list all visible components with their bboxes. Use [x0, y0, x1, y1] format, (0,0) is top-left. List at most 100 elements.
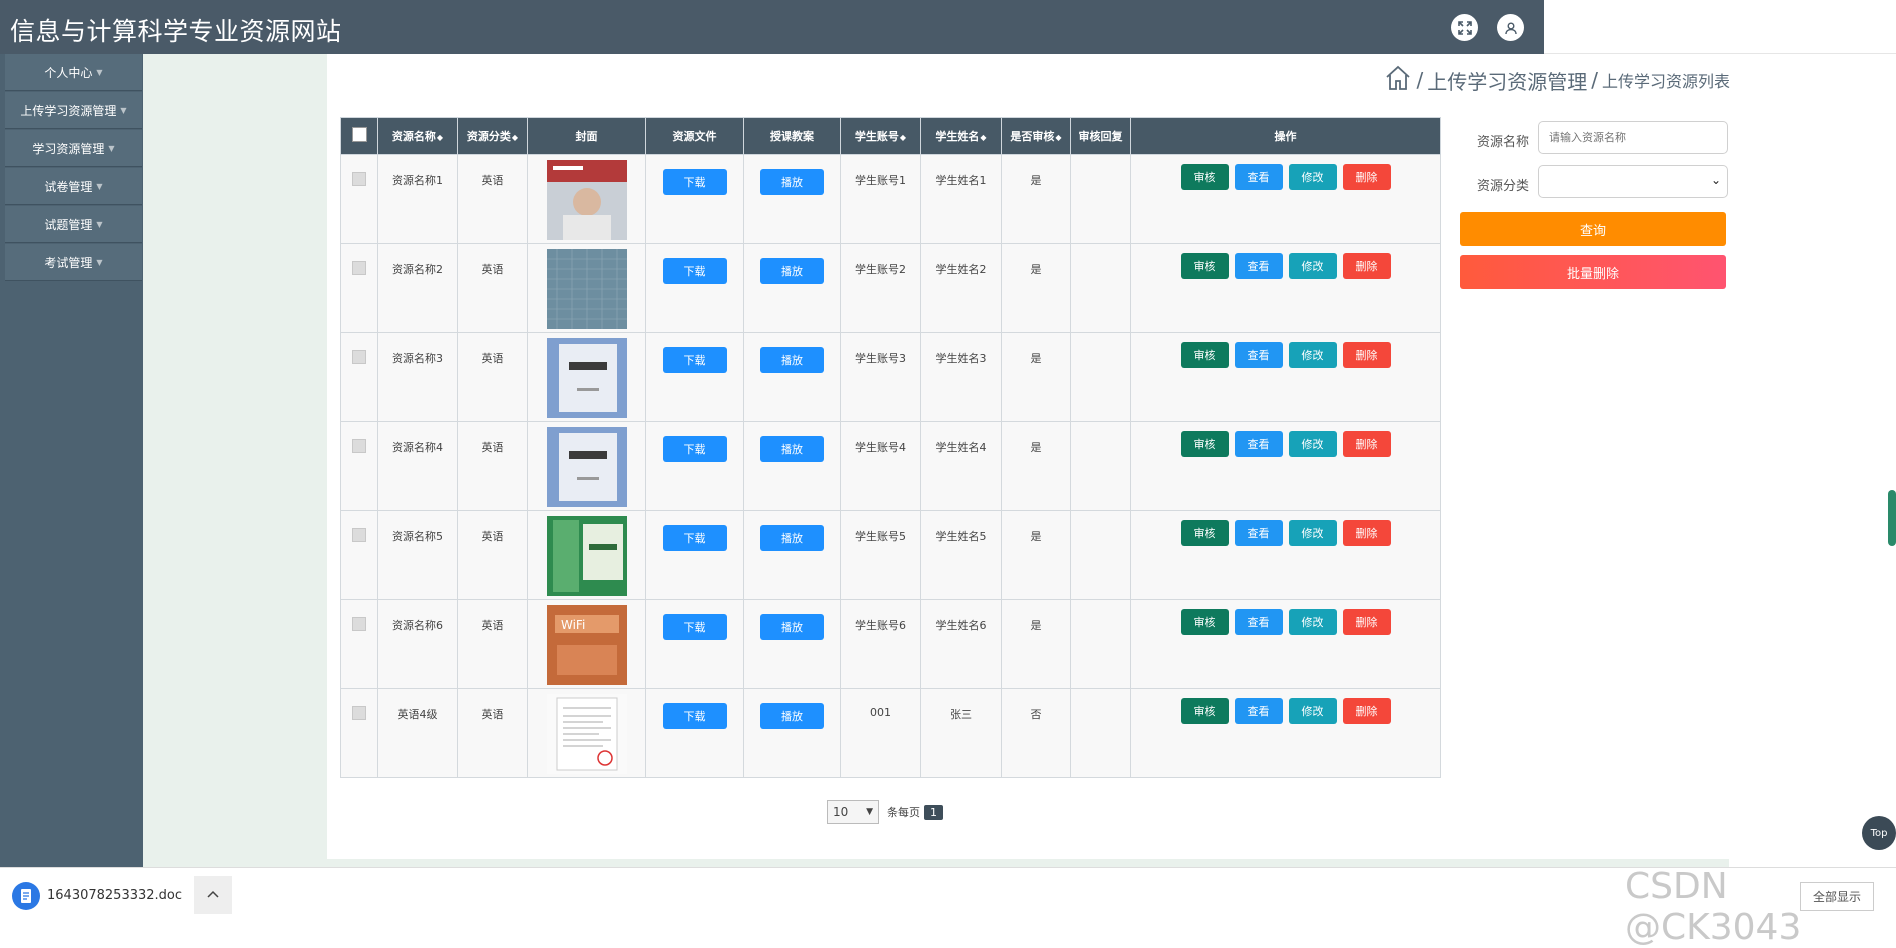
edit-button[interactable]: 修改: [1288, 431, 1337, 457]
delete-button[interactable]: 删除: [1342, 698, 1391, 724]
edit-button[interactable]: 修改: [1288, 698, 1337, 724]
page-size-value: 10: [833, 805, 849, 819]
col-header-account[interactable]: 学生账号◆: [840, 117, 921, 155]
download-options-button[interactable]: [194, 876, 232, 914]
cover-image[interactable]: [546, 160, 627, 240]
delete-button[interactable]: 删除: [1342, 253, 1391, 279]
download-button[interactable]: 下载: [662, 258, 727, 284]
view-button[interactable]: 查看: [1234, 164, 1283, 190]
batch-delete-button[interactable]: 批量删除: [1460, 255, 1726, 289]
sort-icon[interactable]: ◆: [1055, 133, 1061, 142]
sort-icon[interactable]: ◆: [980, 133, 986, 142]
row-checkbox[interactable]: [352, 528, 366, 542]
current-page-button[interactable]: 1: [924, 804, 943, 820]
delete-button[interactable]: 删除: [1342, 431, 1391, 457]
select-all-cell[interactable]: [340, 117, 378, 155]
play-button[interactable]: 播放: [760, 169, 824, 195]
view-button[interactable]: 查看: [1234, 342, 1283, 368]
fullscreen-icon[interactable]: [1451, 14, 1478, 41]
review-button[interactable]: 审核: [1180, 609, 1229, 635]
delete-button[interactable]: 删除: [1342, 342, 1391, 368]
review-button[interactable]: 审核: [1180, 253, 1229, 279]
document-file-icon[interactable]: [12, 882, 40, 910]
cover-image[interactable]: [546, 516, 627, 596]
row-select-cell[interactable]: [340, 688, 378, 778]
edit-button[interactable]: 修改: [1288, 164, 1337, 190]
download-button[interactable]: 下载: [662, 347, 727, 373]
row-select-cell[interactable]: [340, 332, 378, 422]
row-checkbox[interactable]: [352, 261, 366, 275]
download-button[interactable]: 下载: [662, 436, 727, 462]
play-button[interactable]: 播放: [760, 703, 824, 729]
sidebar-item-learning-resources[interactable]: 学习资源管理 ▼: [5, 130, 142, 167]
review-button[interactable]: 审核: [1180, 164, 1229, 190]
download-button[interactable]: 下载: [662, 614, 727, 640]
sidebar-item-exam-papers[interactable]: 试卷管理 ▼: [5, 168, 142, 205]
review-button[interactable]: 审核: [1180, 698, 1229, 724]
view-button[interactable]: 查看: [1234, 431, 1283, 457]
review-button[interactable]: 审核: [1180, 520, 1229, 546]
sidebar-item-questions[interactable]: 试题管理 ▼: [5, 206, 142, 243]
cell-student: 学生姓名5: [920, 510, 1002, 600]
edit-button[interactable]: 修改: [1288, 609, 1337, 635]
back-to-top-button[interactable]: Top: [1862, 816, 1896, 850]
sort-icon[interactable]: ◆: [437, 133, 443, 142]
row-select-cell[interactable]: [340, 599, 378, 689]
download-button[interactable]: 下载: [662, 703, 727, 729]
col-header-reviewed[interactable]: 是否审核◆: [1001, 117, 1071, 155]
review-button[interactable]: 审核: [1180, 431, 1229, 457]
row-select-cell[interactable]: [340, 154, 378, 244]
query-button[interactable]: 查询: [1460, 212, 1726, 246]
row-checkbox[interactable]: [352, 617, 366, 631]
col-header-name[interactable]: 资源名称◆: [377, 117, 458, 155]
play-button[interactable]: 播放: [760, 614, 824, 640]
download-button[interactable]: 下载: [662, 525, 727, 551]
row-select-cell[interactable]: [340, 243, 378, 333]
delete-button[interactable]: 删除: [1342, 609, 1391, 635]
breadcrumb-separator: /: [1416, 68, 1424, 92]
review-button[interactable]: 审核: [1180, 342, 1229, 368]
play-button[interactable]: 播放: [760, 436, 824, 462]
play-button[interactable]: 播放: [760, 347, 824, 373]
resource-category-select[interactable]: ⌄: [1538, 165, 1728, 198]
row-select-cell[interactable]: [340, 421, 378, 511]
select-all-checkbox[interactable]: [351, 127, 367, 142]
cover-image[interactable]: WiFi: [546, 605, 627, 685]
home-icon[interactable]: [1384, 64, 1412, 96]
sidebar-item-exams[interactable]: 考试管理 ▼: [5, 244, 142, 281]
row-checkbox[interactable]: [352, 172, 366, 186]
view-button[interactable]: 查看: [1234, 520, 1283, 546]
scrollbar-thumb[interactable]: [1888, 490, 1896, 546]
col-header-student[interactable]: 学生姓名◆: [920, 117, 1002, 155]
download-file-name[interactable]: 1643078253332.doc: [47, 888, 182, 903]
row-select-cell[interactable]: [340, 510, 378, 600]
play-button[interactable]: 播放: [760, 258, 824, 284]
page-size-select[interactable]: 10 ▼: [827, 800, 879, 824]
sort-icon[interactable]: ◆: [512, 133, 518, 142]
view-button[interactable]: 查看: [1234, 698, 1283, 724]
cover-image[interactable]: [546, 338, 627, 418]
user-icon[interactable]: [1497, 14, 1524, 41]
cell-reviewed: 是: [1001, 154, 1071, 244]
edit-button[interactable]: 修改: [1288, 520, 1337, 546]
download-button[interactable]: 下载: [662, 169, 727, 195]
col-header-category[interactable]: 资源分类◆: [457, 117, 528, 155]
play-button[interactable]: 播放: [760, 525, 824, 551]
row-checkbox[interactable]: [352, 706, 366, 720]
sidebar-item-upload-resources[interactable]: 上传学习资源管理 ▼: [5, 92, 142, 129]
breadcrumb-level1[interactable]: 上传学习资源管理: [1427, 66, 1587, 95]
view-button[interactable]: 查看: [1234, 609, 1283, 635]
delete-button[interactable]: 删除: [1342, 520, 1391, 546]
view-button[interactable]: 查看: [1234, 253, 1283, 279]
sort-icon[interactable]: ◆: [900, 133, 906, 142]
edit-button[interactable]: 修改: [1288, 253, 1337, 279]
cover-image[interactable]: [546, 427, 627, 507]
edit-button[interactable]: 修改: [1288, 342, 1337, 368]
row-checkbox[interactable]: [352, 439, 366, 453]
sidebar-item-personal-center[interactable]: 个人中心 ▼: [5, 54, 142, 91]
delete-button[interactable]: 删除: [1342, 164, 1391, 190]
resource-name-input[interactable]: [1538, 121, 1728, 154]
cover-image[interactable]: [546, 249, 627, 329]
cover-image[interactable]: [546, 694, 627, 774]
row-checkbox[interactable]: [352, 350, 366, 364]
